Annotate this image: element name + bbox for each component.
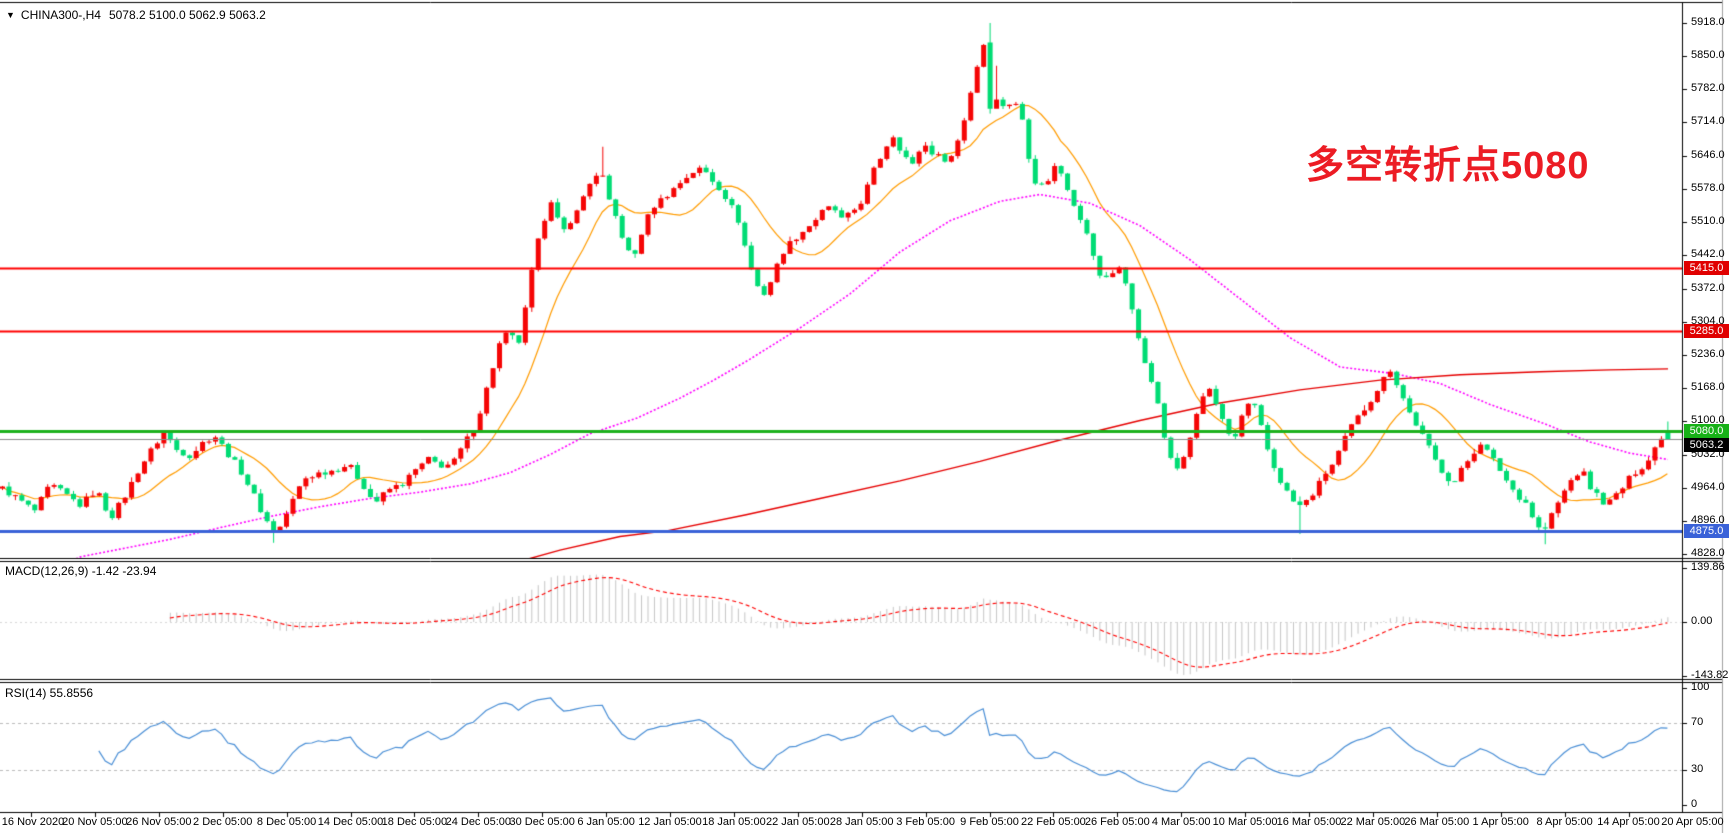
price-level-tag: 4875.0: [1684, 524, 1729, 538]
rsi-axis-label: 70: [1691, 716, 1703, 728]
time-axis-label: 6 Jan 05:00: [577, 816, 635, 828]
symbol-dropdown-icon[interactable]: ▼: [6, 10, 15, 20]
price-axis-label: 5714.0: [1691, 115, 1725, 127]
macd-axis-label: 139.86: [1691, 561, 1725, 573]
price-axis-label: 4828.0: [1691, 547, 1725, 559]
time-axis-label: 18 Jan 05:00: [702, 816, 766, 828]
macd-axis-label: 0.00: [1691, 615, 1712, 627]
time-axis-label: 26 Nov 05:00: [126, 816, 191, 828]
time-axis-label: 26 Feb 05:00: [1085, 816, 1150, 828]
price-axis-label: 5168.0: [1691, 381, 1725, 393]
macd-axis-label: -143.82: [1691, 669, 1728, 681]
time-axis-label: 8 Apr 05:00: [1536, 816, 1592, 828]
ohlc-header: ▼ CHINA300-,H4 5078.2 5100.0 5062.9 5063.2: [6, 8, 266, 22]
time-axis-label: 16 Mar 05:00: [1277, 816, 1342, 828]
price-level-tag: 5415.0: [1684, 261, 1729, 275]
ohlc-values: 5078.2 5100.0 5062.9 5063.2: [109, 8, 266, 22]
time-axis-label: 22 Jan 05:00: [766, 816, 830, 828]
time-axis-label: 4 Mar 05:00: [1152, 816, 1211, 828]
rsi-axis-label: 0: [1691, 798, 1697, 810]
time-axis-label: 20 Apr 05:00: [1661, 816, 1723, 828]
price-axis-label: 5372.0: [1691, 282, 1725, 294]
price-axis-label: 4964.0: [1691, 481, 1725, 493]
time-axis-label: 22 Mar 05:00: [1340, 816, 1405, 828]
time-axis-label: 26 Mar 05:00: [1404, 816, 1469, 828]
time-axis-label: 1 Apr 05:00: [1473, 816, 1529, 828]
price-level-tag: 5080.0: [1684, 424, 1729, 438]
time-axis-label: 28 Jan 05:00: [830, 816, 894, 828]
price-axis-label: 5646.0: [1691, 149, 1725, 161]
trading-terminal-window: { "header": { "symbol": "CHINA300-,H4", …: [0, 0, 1729, 833]
time-axis-label: 3 Feb 05:00: [896, 816, 955, 828]
time-axis-label: 24 Dec 05:00: [446, 816, 511, 828]
chart-text-annotation[interactable]: 多空转折点5080: [1306, 134, 1590, 189]
price-level-tag: 5285.0: [1684, 324, 1729, 338]
price-axis-label: 5578.0: [1691, 182, 1725, 194]
time-axis-label: 22 Feb 05:00: [1021, 816, 1086, 828]
price-axis-label: 5442.0: [1691, 248, 1725, 260]
price-level-tag: 5063.2: [1684, 438, 1729, 452]
time-axis-label: 10 Mar 05:00: [1213, 816, 1278, 828]
price-axis-label: 5850.0: [1691, 49, 1725, 61]
price-axis-label: 5510.0: [1691, 215, 1725, 227]
macd-indicator-label: MACD(12,26,9) -1.42 -23.94: [5, 564, 156, 578]
time-axis-label: 20 Nov 05:00: [62, 816, 127, 828]
time-axis-label: 16 Nov 2020: [2, 816, 64, 828]
time-axis-label: 2 Dec 05:00: [193, 816, 252, 828]
time-axis-label: 12 Jan 05:00: [638, 816, 702, 828]
rsi-indicator-label: RSI(14) 55.8556: [5, 686, 93, 700]
price-axis-label: 5236.0: [1691, 348, 1725, 360]
price-axis-label: 5918.0: [1691, 16, 1725, 28]
time-axis-label: 9 Feb 05:00: [960, 816, 1019, 828]
price-axis-label: 5782.0: [1691, 82, 1725, 94]
time-axis-label: 30 Dec 05:00: [509, 816, 574, 828]
time-axis-label: 14 Apr 05:00: [1597, 816, 1659, 828]
time-axis-label: 8 Dec 05:00: [257, 816, 316, 828]
time-axis-label: 18 Dec 05:00: [382, 816, 447, 828]
main-chart-canvas[interactable]: [0, 0, 1729, 833]
rsi-axis-label: 30: [1691, 763, 1703, 775]
symbol-timeframe: CHINA300-,H4: [21, 8, 101, 22]
rsi-axis-label: 100: [1691, 681, 1709, 693]
time-axis-label: 14 Dec 05:00: [318, 816, 383, 828]
